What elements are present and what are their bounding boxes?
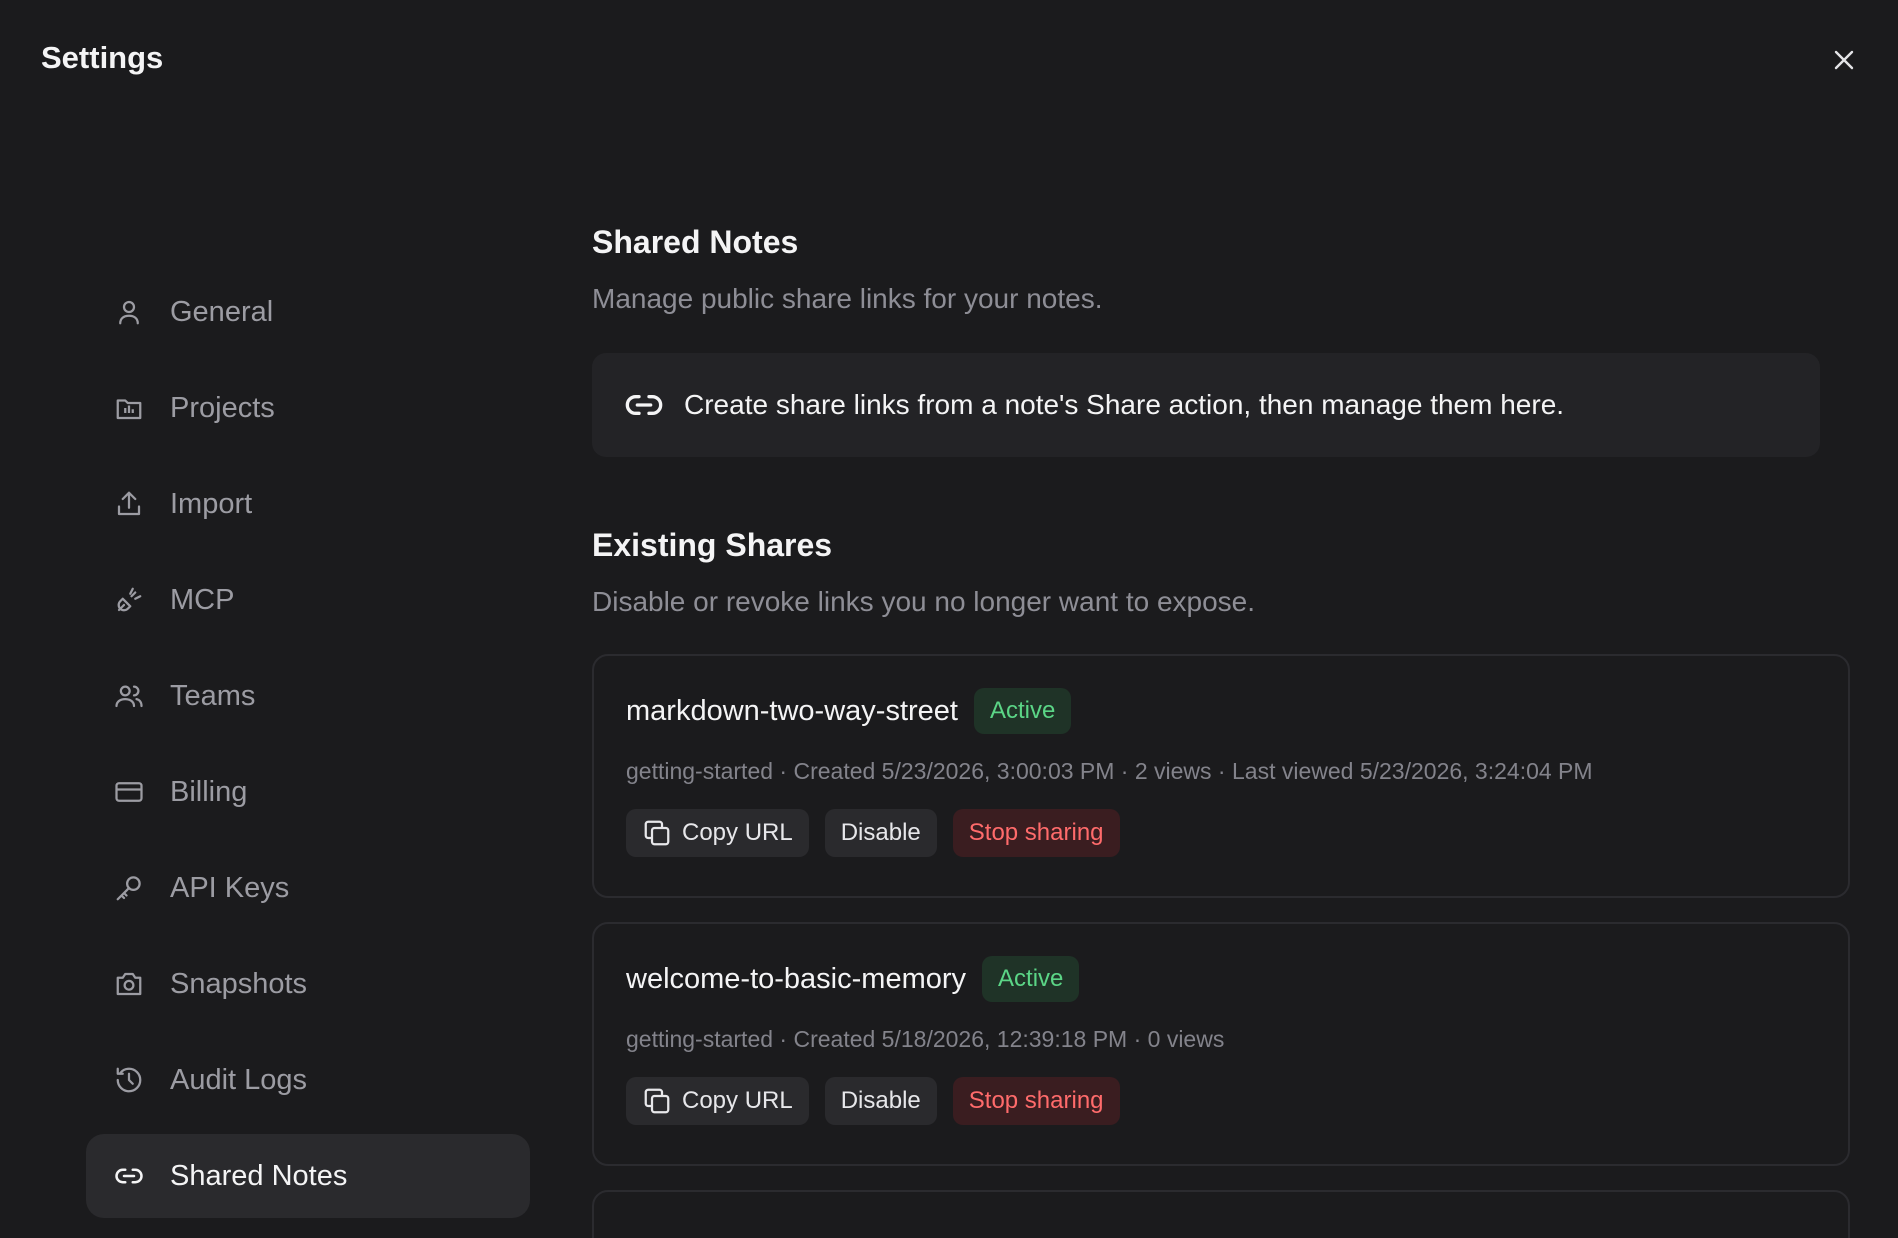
copy-url-button[interactable]: Copy URL [626,809,809,857]
camera-icon [112,967,146,1001]
share-card: markdown-two-way-street Active getting-s… [592,654,1850,898]
sidebar-item-label: API Keys [170,871,290,904]
upload-icon [112,487,146,521]
sidebar-item-label: Audit Logs [170,1063,308,1096]
share-meta: getting-started · Created 5/18/2026, 12:… [626,1026,1225,1052]
copy-icon [642,1086,672,1116]
existing-shares-section: Existing Shares Disable or revoke links … [592,527,1852,1238]
history-icon [112,1063,146,1097]
share-name: welcome-to-basic-memory [626,962,967,995]
status-badge: Active [973,688,1072,734]
shares-list: markdown-two-way-street Active getting-s… [592,654,1852,1238]
share-card-cut-off [592,1190,1850,1238]
user-icon [112,295,146,329]
copy-url-label: Copy URL [682,819,793,846]
sidebar-item-label: Shared Notes [170,1159,348,1192]
settings-window: Settings General Projects Import MCP Tea… [0,0,1898,1238]
sidebar-item-label: Billing [170,775,248,808]
sidebar-item-api-keys[interactable]: API Keys [86,846,530,930]
folder-icon [112,391,146,425]
sidebar-item-snapshots[interactable]: Snapshots [86,942,530,1026]
status-badge: Active [982,956,1080,1002]
credit-card-icon [112,775,146,809]
copy-icon [642,818,672,848]
copy-url-button[interactable]: Copy URL [626,1077,809,1125]
stop-sharing-button[interactable]: Stop sharing [952,1077,1120,1125]
link-icon [624,385,664,425]
sidebar-item-projects[interactable]: Projects [86,366,530,450]
sidebar-item-label: Snapshots [170,967,308,1000]
sidebar-item-label: General [170,295,274,328]
link-icon [112,1159,146,1193]
existing-shares-subtitle: Disable or revoke links you no longer wa… [592,586,1256,617]
sidebar-item-import[interactable]: Import [86,462,530,546]
sidebar-item-mcp[interactable]: MCP [86,558,530,642]
disable-button[interactable]: Disable [824,809,937,857]
plug-icon [112,583,146,617]
share-card: welcome-to-basic-memory Active getting-s… [592,922,1850,1166]
sidebar-item-audit-logs[interactable]: Audit Logs [86,1038,530,1122]
sidebar-item-label: Import [170,487,253,520]
shared-notes-panel: Shared Notes Manage public share links f… [592,224,1852,1238]
sidebar-item-general[interactable]: General [86,270,530,354]
stop-sharing-button[interactable]: Stop sharing [952,809,1120,857]
key-icon [112,871,146,905]
copy-url-label: Copy URL [682,1087,793,1114]
sidebar-item-label: Projects [170,391,275,424]
info-text: Create share links from a note's Share a… [684,389,1565,420]
disable-button[interactable]: Disable [824,1077,937,1125]
sidebar-item-billing[interactable]: Billing [86,750,530,834]
section-subtitle: Manage public share links for your notes… [592,283,1103,314]
info-box: Create share links from a note's Share a… [592,353,1820,457]
sidebar-item-teams[interactable]: Teams [86,654,530,738]
page-title: Settings [41,40,164,75]
share-meta: getting-started · Created 5/23/2026, 3:0… [626,758,1593,784]
close-button[interactable] [1826,42,1862,78]
sidebar-item-label: Teams [170,679,256,712]
users-icon [112,679,146,713]
share-name: markdown-two-way-street [626,694,958,727]
sidebar-item-shared-notes[interactable]: Shared Notes [86,1134,530,1218]
sidebar-item-label: MCP [170,583,235,616]
close-icon [1834,50,1854,70]
section-title: Shared Notes [592,224,799,260]
existing-shares-title: Existing Shares [592,527,833,563]
settings-sidebar: General Projects Import MCP Teams Billin… [86,270,530,1230]
